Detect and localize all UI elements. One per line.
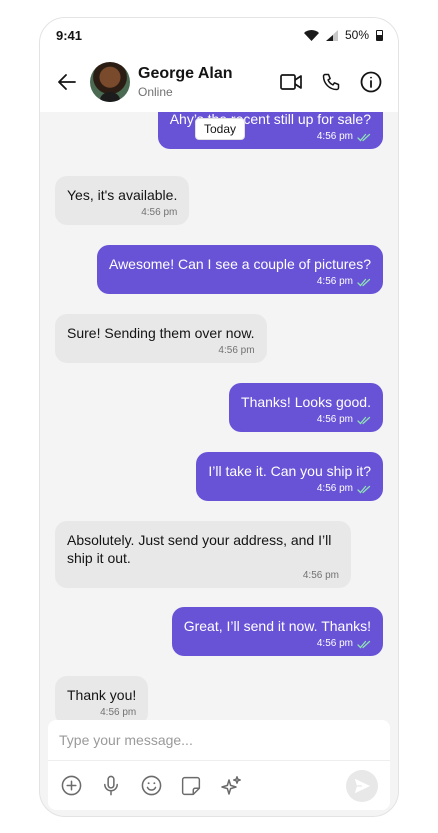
message-time: 4:56 pm — [302, 570, 339, 581]
message-time: 4:56 pm — [316, 276, 353, 287]
message-time: 4:56 pm — [218, 345, 255, 356]
sticker-button[interactable] — [180, 775, 202, 797]
message-list[interactable]: Ahy’s the recent still up for sale? 4:56… — [40, 112, 398, 720]
status-indicators: 50% — [303, 28, 383, 42]
date-separator: Today — [195, 118, 246, 140]
message-text: Awesome! Can I see a couple of pictures? — [108, 256, 371, 272]
attach-button[interactable] — [60, 775, 82, 797]
message-time: 4:56 pm — [316, 131, 353, 142]
message-text: Thanks! Looks good. — [241, 394, 371, 410]
chat-header: George Alan Online — [40, 52, 398, 112]
video-call-button[interactable] — [280, 71, 302, 93]
message-outgoing[interactable]: Thanks! Looks good. 4:56 pm — [229, 383, 383, 432]
sparkles-icon — [221, 775, 241, 795]
phone-icon — [322, 73, 340, 91]
cellular-signal-icon — [325, 29, 338, 41]
plus-circle-icon — [61, 775, 81, 796]
message-text: I’ll take it. Can you ship it? — [208, 463, 371, 479]
double-check-icon — [357, 278, 371, 287]
emoji-button[interactable] — [140, 775, 162, 797]
message-outgoing[interactable]: Ahy’s the recent still up for sale? 4:56… — [157, 112, 383, 149]
double-check-icon — [357, 416, 371, 425]
phone-frame: 9:41 50% George Alan Online Ahy’s the re… — [39, 17, 399, 817]
info-button[interactable] — [360, 71, 382, 93]
message-outgoing[interactable]: Awesome! Can I see a couple of pictures?… — [96, 245, 383, 294]
message-time: 4:56 pm — [141, 207, 178, 218]
avatar[interactable] — [90, 62, 130, 102]
voice-note-button[interactable] — [100, 775, 122, 797]
microphone-icon — [104, 775, 118, 796]
message-time: 4:56 pm — [100, 707, 137, 718]
back-button[interactable] — [56, 71, 78, 93]
video-camera-icon — [280, 74, 302, 90]
composer-toolbar — [48, 761, 390, 810]
message-composer — [48, 720, 390, 810]
arrow-left-icon — [58, 74, 76, 90]
message-incoming[interactable]: Sure! Sending them over now. 4:56 pm — [55, 314, 267, 363]
message-text: Thank you! — [67, 687, 137, 703]
battery-percent: 50% — [344, 28, 369, 42]
wifi-icon — [303, 29, 319, 41]
message-incoming[interactable]: Absolutely. Just send your address, and … — [55, 521, 351, 588]
status-time: 9:41 — [56, 27, 83, 43]
message-text: Sure! Sending them over now. — [67, 325, 255, 341]
message-time: 4:56 pm — [316, 483, 353, 494]
info-icon — [360, 71, 382, 93]
voice-call-button[interactable] — [320, 71, 342, 93]
send-button[interactable] — [346, 769, 378, 802]
message-time: 4:56 pm — [316, 414, 353, 425]
double-check-icon — [357, 133, 371, 142]
double-check-icon — [357, 485, 371, 494]
message-time: 4:56 pm — [316, 638, 353, 649]
double-check-icon — [357, 640, 371, 649]
message-outgoing[interactable]: I’ll take it. Can you ship it? 4:56 pm — [196, 452, 383, 501]
sticker-icon — [181, 776, 201, 795]
message-text: Absolutely. Just send your address, and … — [67, 532, 332, 566]
message-outgoing[interactable]: Great, I’ll send it now. Thanks! 4:56 pm — [171, 607, 383, 656]
message-incoming[interactable]: Thank you! 4:56 pm — [55, 676, 149, 720]
message-text: Great, I’ll send it now. Thanks! — [183, 618, 371, 634]
send-icon — [354, 778, 371, 793]
ai-assist-button[interactable] — [220, 775, 242, 797]
header-actions — [280, 71, 382, 93]
message-incoming[interactable]: Yes, it's available. 4:56 pm — [55, 176, 190, 225]
contact-status: Online — [138, 85, 173, 99]
battery-icon — [376, 29, 383, 41]
message-text: Yes, it's available. — [67, 187, 178, 203]
smiley-icon — [141, 775, 161, 796]
message-input[interactable] — [48, 720, 390, 760]
contact-name: George Alan — [138, 65, 233, 82]
contact-info[interactable]: George Alan Online — [138, 64, 233, 100]
status-bar: 9:41 50% — [40, 18, 398, 52]
